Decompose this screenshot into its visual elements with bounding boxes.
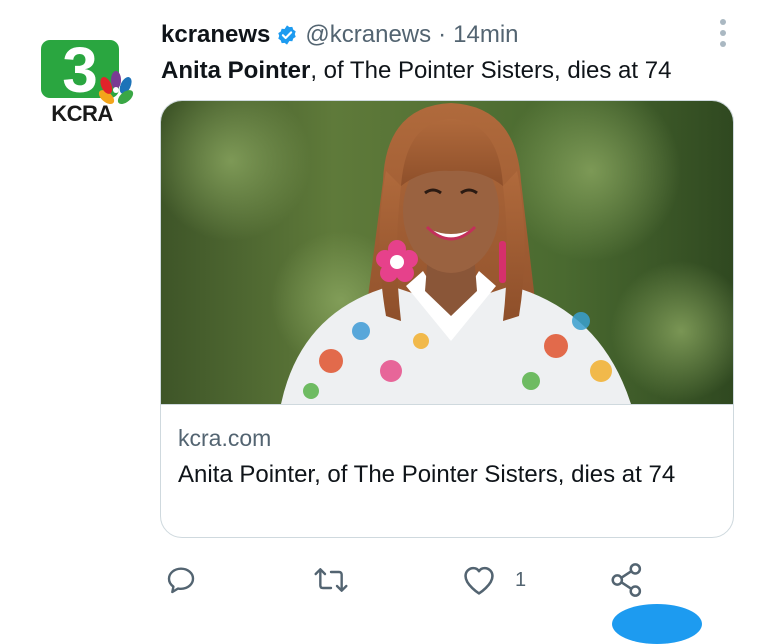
avatar[interactable]: 3 KCRA bbox=[38, 34, 134, 126]
verified-badge-icon bbox=[276, 24, 298, 46]
compose-fab-button[interactable] bbox=[612, 604, 702, 644]
more-options-icon[interactable] bbox=[719, 18, 727, 48]
reply-button[interactable] bbox=[165, 564, 197, 596]
retweet-icon bbox=[314, 568, 348, 592]
card-title: Anita Pointer, of The Pointer Sisters, d… bbox=[178, 461, 676, 488]
tweet-text-rest: , of The Pointer Sisters, dies at 74 bbox=[310, 57, 672, 84]
tweet-header: kcranews @kcranews · 14min bbox=[161, 20, 740, 50]
share-icon bbox=[611, 563, 642, 597]
like-count: 1 bbox=[515, 568, 527, 591]
retweet-button[interactable] bbox=[313, 564, 349, 596]
card-divider bbox=[161, 404, 733, 405]
action-bar: 1 bbox=[0, 560, 760, 604]
tweet-timestamp[interactable]: 14min bbox=[453, 21, 518, 49]
kcra-logo: 3 KCRA bbox=[41, 34, 134, 126]
share-button[interactable] bbox=[610, 562, 644, 598]
card-domain: kcra.com bbox=[178, 425, 272, 451]
author-handle[interactable]: @kcranews bbox=[305, 21, 431, 49]
tweet-text: Anita Pointer, of The Pointer Sisters, d… bbox=[161, 55, 671, 87]
separator-dot: · bbox=[438, 21, 447, 48]
author-display-name[interactable]: kcranews bbox=[161, 21, 270, 49]
tweet-text-bold: Anita Pointer bbox=[161, 57, 311, 84]
link-card[interactable]: kcra.com Anita Pointer, of The Pointer S… bbox=[160, 100, 734, 538]
heart-icon bbox=[464, 566, 494, 595]
like-button[interactable]: 1 bbox=[462, 564, 526, 596]
card-image bbox=[161, 101, 733, 404]
logo-channel-number: 3 bbox=[62, 38, 98, 106]
reply-icon bbox=[167, 567, 195, 594]
logo-station-name: KCRA bbox=[51, 101, 113, 124]
